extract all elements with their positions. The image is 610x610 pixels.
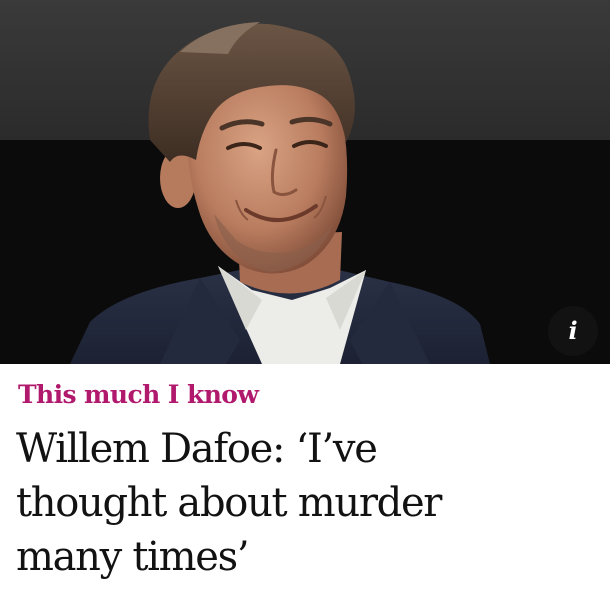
article-card[interactable]: i This much I know Willem Dafoe: ‘I’ve t… [0, 0, 610, 610]
article-photo[interactable]: i [0, 0, 610, 364]
series-kicker[interactable]: This much I know [18, 380, 259, 409]
headline-line: Willem Dafoe: ‘I’ve [16, 426, 378, 472]
portrait-illustration [0, 0, 610, 364]
info-icon: i [568, 316, 578, 345]
headline-line: many times’ [16, 534, 250, 580]
article-headline[interactable]: Willem Dafoe: ‘I’ve thought about murder… [16, 422, 601, 584]
info-button[interactable]: i [548, 306, 598, 356]
headline-line: thought about murder [16, 480, 442, 526]
